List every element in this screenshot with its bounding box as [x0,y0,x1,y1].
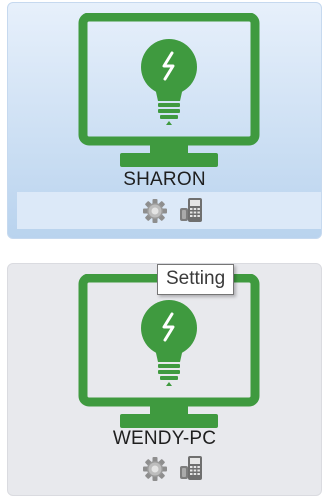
lightbulb-icon [141,39,197,125]
monitor-icon [78,13,260,167]
device-card-wendy-pc[interactable]: WENDY-PC [7,263,322,496]
action-band [17,192,321,229]
device-name: SHARON [123,169,206,190]
remote-icon[interactable] [179,454,205,480]
remote-icon[interactable] [179,196,205,222]
device-name: WENDY-PC [112,428,217,449]
lightbulb-icon [141,300,197,386]
gear-icon[interactable] [142,456,168,482]
device-card-sharon[interactable]: SHARON [7,2,322,239]
setting-tooltip: Setting [157,264,235,295]
monitor-icon [78,274,260,428]
gear-icon[interactable] [142,198,168,224]
